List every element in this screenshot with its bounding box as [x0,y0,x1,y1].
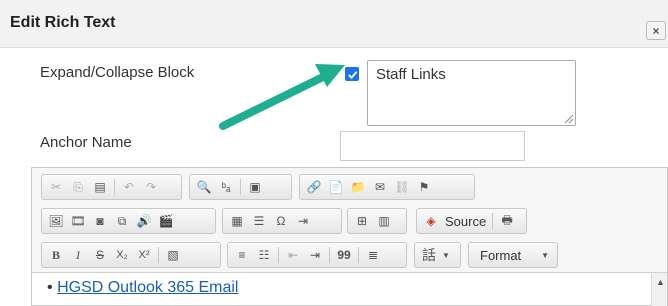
page-break-icon[interactable]: ⇥ [292,211,314,231]
content-link[interactable]: HGSD Outlook 365 Email [57,279,238,296]
video-icon[interactable]: 🎞 [67,211,89,231]
italic-icon[interactable]: I [67,245,89,265]
superscript-icon[interactable]: X² [133,245,155,265]
scrollbar[interactable]: ▲ [651,273,667,306]
table-icon[interactable]: ▦ [226,211,248,231]
table-toolbar-group: ▦ ☰ Ω ⇥ [222,208,342,234]
toolbar-separator [358,247,359,263]
toolbar-separator [278,247,279,263]
find-icon[interactable]: 🔍 [193,177,215,197]
annotation-arrow-icon [219,64,345,130]
align-icon[interactable]: ≣ [362,245,384,265]
special-char-icon[interactable]: Ω [270,211,292,231]
horizontal-rule-icon[interactable]: ☰ [248,211,270,231]
toolbar-separator [240,179,241,195]
bulleted-list-icon[interactable]: ☷ [253,245,275,265]
indent-icon[interactable]: ⇥ [304,245,326,265]
bold-icon[interactable]: B [45,245,67,265]
source-code-icon[interactable]: ◈ [420,211,442,231]
replace-icon[interactable]: ᵇₐ [215,177,237,197]
source-button[interactable]: Source [442,214,489,229]
scroll-up-icon[interactable]: ▲ [656,277,665,287]
paste-text-icon[interactable]: ▤ [89,177,111,197]
numbered-list-icon[interactable]: ≡ [231,245,253,265]
image-icon[interactable]: 🖼 [45,211,67,231]
toolbar-separator [329,247,330,263]
outdent-icon[interactable]: ⇤ [282,245,304,265]
copy-icon[interactable]: ⎘ [67,177,89,197]
dialog-header: Edit Rich Text × [0,0,668,48]
show-blocks-icon[interactable]: ▥ [373,211,395,231]
anchor-flag-icon[interactable]: ⚑ [413,177,435,197]
resize-grip-icon[interactable] [562,112,574,124]
template-toolbar-group: ⊞ ▥ [347,208,407,234]
language-toolbar-group: 話 ▼ [414,242,461,268]
insert-email-icon[interactable]: ✉ [369,177,391,197]
source-toolbar-group: ◈ Source 🖶 [416,208,527,234]
undo-icon[interactable]: ↶ [118,177,140,197]
chevron-down-icon: ▼ [541,250,549,260]
cut-icon[interactable]: ✂ [45,177,67,197]
toolbar-separator [492,213,494,229]
editor-content-area[interactable]: • HGSD Outlook 365 Email ▲ [32,272,667,306]
select-all-icon[interactable]: ▣ [244,177,266,197]
strikethrough-icon[interactable]: S [89,245,111,265]
anchor-name-label: Anchor Name [40,134,132,151]
format-dropdown[interactable]: Format ▼ [468,242,558,268]
language-icon[interactable]: 話 [418,245,440,265]
toolbar-separator [158,247,159,263]
bullet-icon: • [47,279,53,296]
chevron-down-icon[interactable]: ▼ [440,245,452,265]
insert-document-icon[interactable]: 📄 [325,177,347,197]
remove-format-icon[interactable]: ▧ [162,245,184,265]
iframe-icon[interactable]: ⧉ [111,211,133,231]
link-icon[interactable]: 🔗 [303,177,325,197]
find-toolbar-group: 🔍 ᵇₐ ▣ [189,174,292,200]
insert-folder-icon[interactable]: 📁 [347,177,369,197]
toolbar-separator [114,179,115,195]
audio-icon[interactable]: 🔊 [133,211,155,231]
block-title-textarea[interactable]: Staff Links [367,60,576,126]
expand-collapse-label: Expand/Collapse Block [40,64,195,81]
redo-icon[interactable]: ↷ [140,177,162,197]
format-dropdown-label: Format [480,247,522,263]
templates-icon[interactable]: ⊞ [351,211,373,231]
rich-text-editor: ✂ ⎘ ▤ ↶ ↷ 🔍 ᵇₐ ▣ 🔗 📄 📁 ✉ ⛓ ⚑ 🖼 🎞 ◙ ⧉ 🔊 🎬… [31,167,668,306]
print-icon[interactable]: 🖶 [496,211,518,231]
anchor-name-input[interactable] [340,131,525,161]
media-toolbar-group: 🖼 🎞 ◙ ⧉ 🔊 🎬 [41,208,216,234]
flash-icon[interactable]: ◙ [89,211,111,231]
unlink-icon[interactable]: ⛓ [391,177,413,197]
insert-toolbar-group: 🔗 📄 📁 ✉ ⛓ ⚑ [299,174,475,200]
subscript-icon[interactable]: X₂ [111,245,133,265]
paragraph-toolbar-group: ≡ ☷ ⇤ ⇥ 99 ≣ [227,242,407,268]
blockquote-icon[interactable]: 99 [333,245,355,265]
close-button[interactable]: × [646,21,666,40]
mp4-icon[interactable]: 🎬 [155,211,177,231]
dialog-title: Edit Rich Text [10,14,116,31]
list-item: • HGSD Outlook 365 Email [47,279,238,297]
basic-style-toolbar-group: B I S X₂ X² ▧ [41,242,221,268]
clipboard-toolbar-group: ✂ ⎘ ▤ ↶ ↷ [41,174,182,200]
